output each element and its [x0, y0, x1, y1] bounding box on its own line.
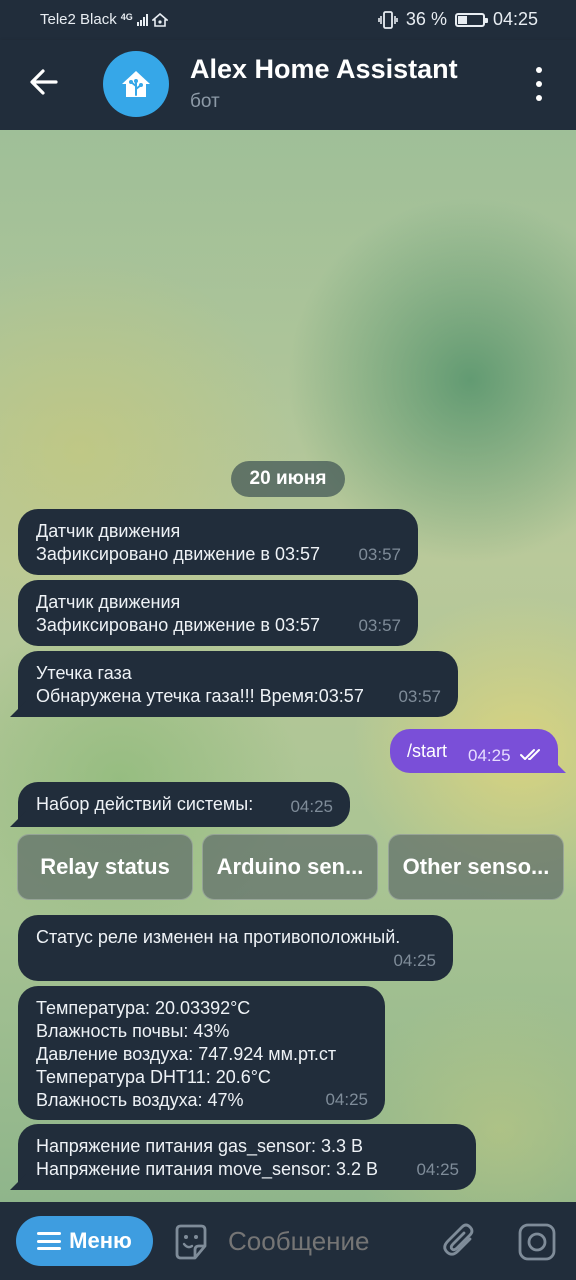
home-network-icon: [151, 12, 168, 27]
message-text: Статус реле изменен на противоположный.: [36, 927, 401, 947]
signal-icon: [136, 13, 148, 26]
message-text: Напряжение питания move_sensor: 3.2 В: [36, 1159, 379, 1179]
message-bubble[interactable]: Утечка газа Обнаружена утечка газа!!! Вр…: [18, 651, 458, 717]
chat-title[interactable]: Alex Home Assistant: [190, 54, 458, 85]
chat-header: Alex Home Assistant бот: [0, 40, 576, 130]
message-text: Температура: 20.03392°C: [36, 998, 251, 1018]
menu-icon: [37, 1232, 62, 1250]
message-text: Утечка газа: [36, 663, 132, 683]
message-text: Напряжение питания gas_sensor: 3.3 В: [36, 1136, 364, 1156]
message-text: /start: [407, 741, 448, 761]
menu-button-label: Меню: [69, 1228, 132, 1253]
keyboard-button-relay-status[interactable]: Relay status: [17, 834, 193, 900]
message-time: 03:57: [358, 616, 401, 635]
clock: 04:25: [492, 9, 538, 29]
chat-subtitle: бот: [190, 91, 220, 112]
message-composer: Меню: [0, 1202, 576, 1280]
message-bubble[interactable]: Напряжение питания gas_sensor: 3.3 В Нап…: [18, 1124, 476, 1190]
message-time: 04:25: [290, 797, 333, 816]
message-text: Зафиксировано движение в 03:57: [36, 615, 321, 635]
message-time: 03:57: [358, 545, 401, 564]
message-time: 04:25: [393, 951, 436, 970]
message-bubble[interactable]: Датчик движения Зафиксировано движение в…: [18, 580, 418, 646]
keyboard-button-arduino-sensors[interactable]: Arduino sen...: [202, 834, 378, 900]
message-bubble[interactable]: Температура: 20.03392°C Влажность почвы:…: [18, 986, 385, 1120]
status-bar: Tele2 Black 4G 36 % 04:25: [0, 0, 576, 40]
read-checkmarks-icon: [520, 749, 540, 760]
message-bubble[interactable]: Набор действий системы: 04:25: [18, 782, 350, 827]
battery-icon: [454, 12, 488, 27]
message-time: 04:25: [468, 746, 511, 765]
back-arrow-icon[interactable]: [26, 64, 62, 100]
vibrate-icon: [378, 10, 398, 29]
message-text: Набор действий системы:: [36, 794, 254, 814]
message-text: Влажность воздуха: 47%: [36, 1090, 244, 1110]
message-time: 03:57: [398, 687, 441, 706]
more-options-icon[interactable]: [532, 67, 546, 101]
message-bubble[interactable]: Датчик движения Зафиксировано движение в…: [18, 509, 418, 575]
message-text: Датчик движения: [36, 592, 181, 612]
camera-icon[interactable]: [517, 1222, 557, 1262]
attach-icon[interactable]: [440, 1221, 480, 1261]
battery-percent: 36 %: [405, 9, 447, 29]
message-text: Температура DHT11: 20.6°C: [36, 1067, 271, 1087]
message-time: 04:25: [416, 1160, 459, 1179]
home-assistant-icon: [122, 71, 150, 97]
message-time: 04:25: [325, 1090, 368, 1109]
bot-avatar[interactable]: [103, 51, 169, 117]
message-bubble[interactable]: Статус реле изменен на противоположный. …: [18, 915, 453, 981]
chat-area[interactable]: 20 июня Датчик движения Зафиксировано дв…: [0, 130, 576, 1202]
message-text: Давление воздуха: 747.924 мм.рт.ст: [36, 1044, 337, 1064]
message-text: Зафиксировано движение в 03:57: [36, 544, 321, 564]
network-type: 4G: [120, 11, 133, 22]
sticker-emoji-icon[interactable]: [171, 1222, 211, 1262]
date-separator: 20 июня: [231, 461, 345, 497]
menu-button[interactable]: Меню: [16, 1216, 153, 1266]
keyboard-button-other-sensors[interactable]: Other senso...: [388, 834, 564, 900]
message-text: Датчик движения: [36, 521, 181, 541]
message-input[interactable]: [228, 1226, 428, 1257]
carrier-name: Tele2 Black: [40, 11, 117, 28]
message-text: Обнаружена утечка газа!!! Время:03:57: [36, 686, 364, 706]
outgoing-message-bubble[interactable]: /start 04:25: [390, 729, 558, 773]
message-text: Влажность почвы: 43%: [36, 1021, 230, 1041]
